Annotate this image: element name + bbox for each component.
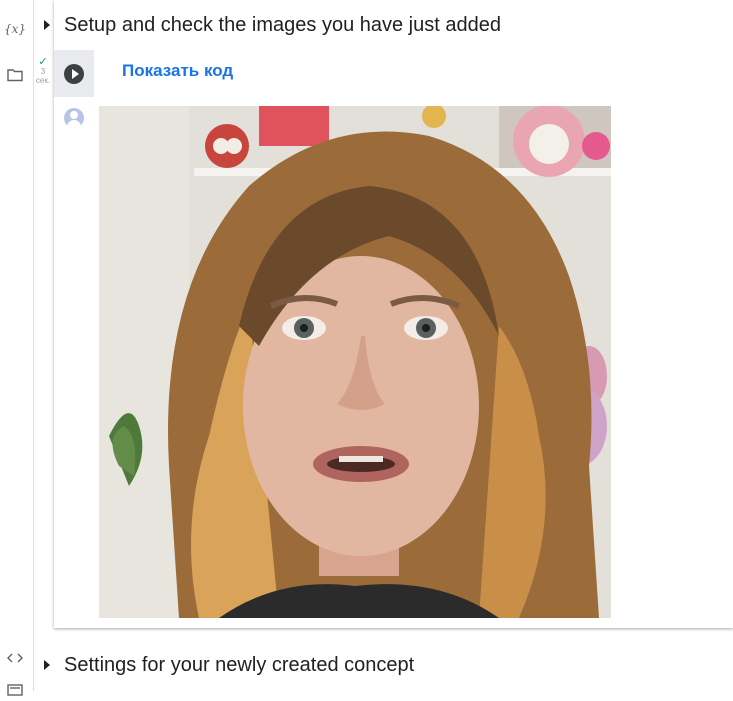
check-icon: ✓ [38, 56, 48, 68]
run-cell-button[interactable] [54, 50, 94, 97]
show-code-link[interactable]: Показать код [122, 61, 233, 81]
expand-triangle-icon[interactable] [44, 660, 50, 670]
output-avatar-icon [64, 108, 84, 128]
variables-icon-label: {x} [3, 22, 27, 36]
next-section-title: Settings for your newly created concept [64, 653, 415, 676]
code-snippets-icon[interactable] [4, 647, 26, 669]
section-title: Setup and check the images you have just… [64, 13, 501, 36]
terminal-icon[interactable] [4, 679, 26, 701]
folder-icon[interactable] [4, 64, 26, 86]
output-image [99, 106, 611, 618]
play-icon [64, 63, 84, 84]
run-time-unit: сек. [35, 76, 51, 85]
run-time: 3 [40, 67, 46, 76]
collapse-triangle-icon[interactable] [44, 20, 50, 30]
run-status: ✓ 3 сек. [33, 56, 53, 86]
left-rail: {x} [0, 0, 34, 696]
code-cell[interactable]: Setup and check the images you have just… [44, 0, 733, 628]
section-header[interactable]: Setup and check the images you have just… [44, 0, 501, 50]
variables-icon[interactable]: {x} [4, 18, 26, 40]
next-section-header[interactable]: Settings for your newly created concept [44, 640, 415, 690]
